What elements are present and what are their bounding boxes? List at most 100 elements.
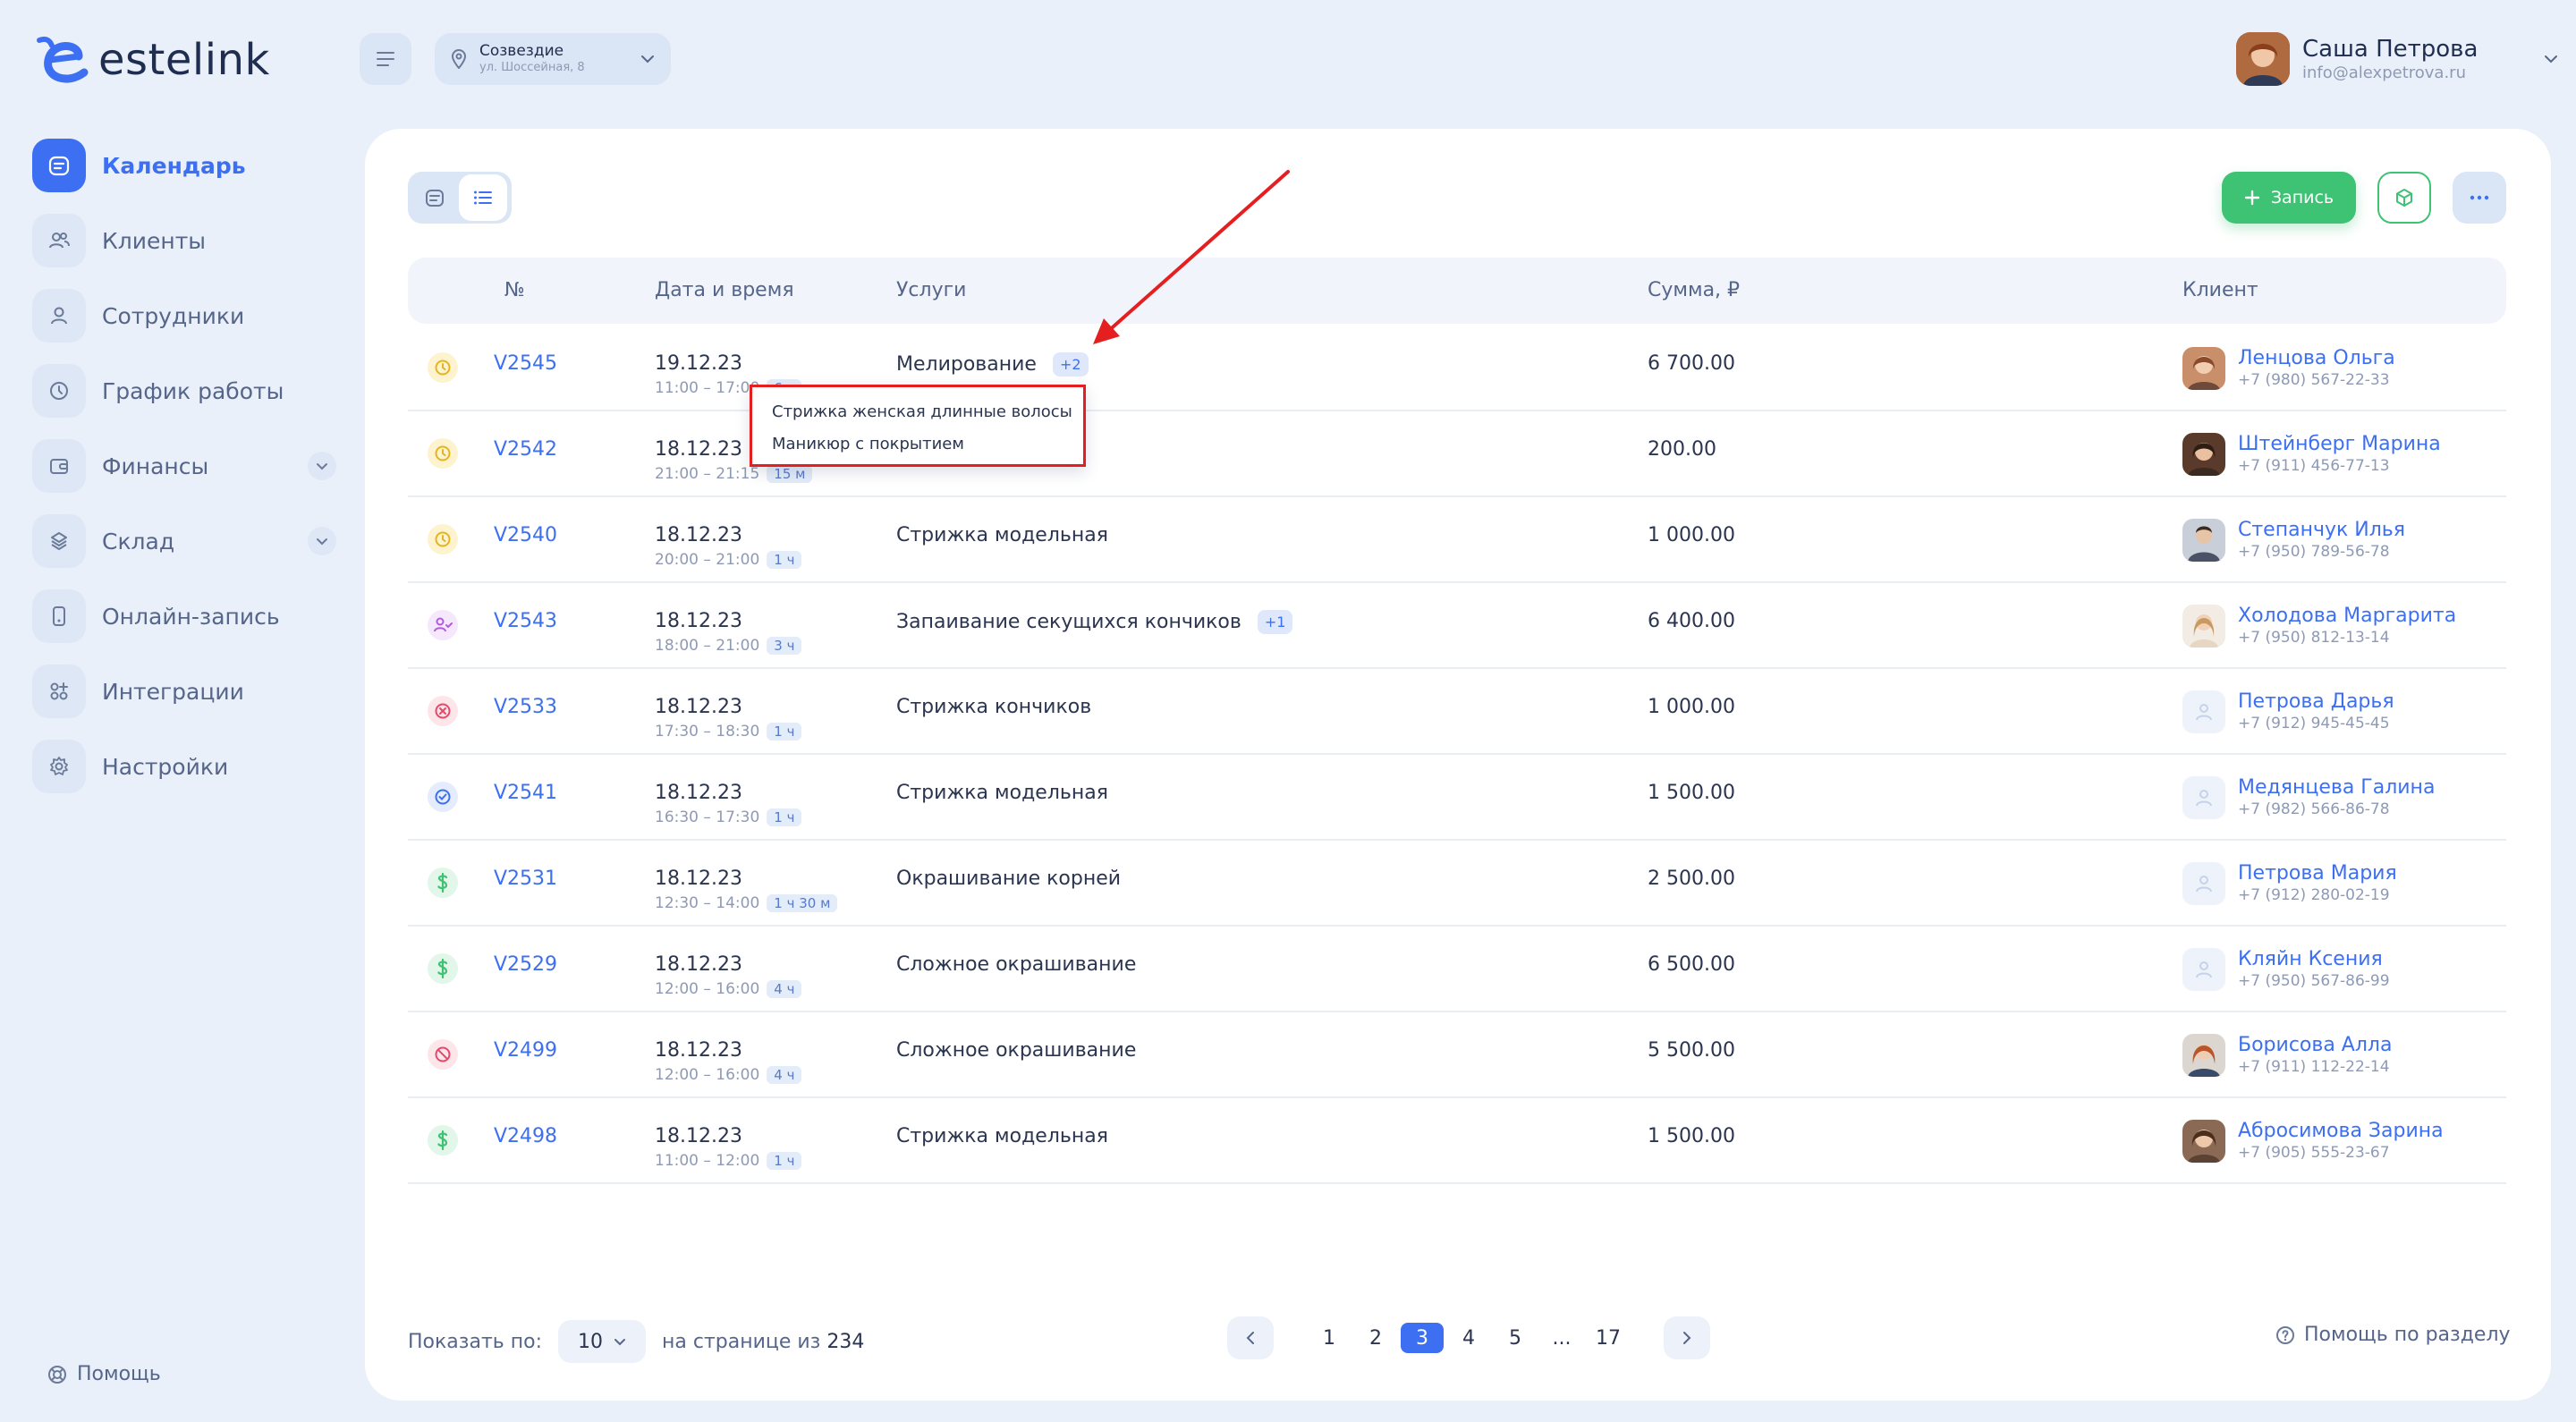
- table-row[interactable]: V2499 18.12.23 12:00 – 16:00 4 ч Сложное …: [408, 1012, 2506, 1098]
- record-date: 19.12.23: [655, 352, 742, 375]
- question-icon: [2276, 1325, 2294, 1344]
- more-services-chip[interactable]: +1: [1257, 610, 1293, 634]
- user-avatar: [2236, 32, 2290, 86]
- page-button[interactable]: 1: [1308, 1323, 1351, 1353]
- page-button[interactable]: 4: [1447, 1323, 1490, 1353]
- pending-status-icon: [428, 352, 458, 383]
- user-menu[interactable]: Саша Петрова info@alexpetrova.ru: [2236, 30, 2558, 88]
- client-name[interactable]: Кляйн Ксения: [2238, 948, 2390, 971]
- sidebar-item-label: Настройки: [102, 753, 229, 780]
- record-number[interactable]: V2543: [494, 610, 557, 632]
- box-icon: [2396, 189, 2412, 207]
- table-row[interactable]: V2498 18.12.23 11:00 – 12:00 1 ч Стрижка …: [408, 1098, 2506, 1184]
- client-cell[interactable]: Медянцева Галина +7 (982) 566-86-78: [2182, 776, 2435, 819]
- table-row[interactable]: V2540 18.12.23 20:00 – 21:00 1 ч Стрижка …: [408, 497, 2506, 583]
- pagination: 1 2 3 4 5 ... 17: [1227, 1316, 1710, 1359]
- logo[interactable]: estelink: [32, 30, 270, 89]
- expand-chevron-icon[interactable]: [308, 527, 336, 555]
- section-help-link[interactable]: Помощь по разделу: [2275, 1324, 2511, 1346]
- table-row[interactable]: V2529 18.12.23 12:00 – 16:00 4 ч Сложное …: [408, 927, 2506, 1012]
- calendar-view-button[interactable]: [411, 174, 459, 221]
- sidebar-item-schedule[interactable]: График работы: [32, 364, 336, 418]
- client-cell[interactable]: Петрова Дарья +7 (912) 945-45-45: [2182, 690, 2394, 733]
- client-cell[interactable]: Ленцова Ольга +7 (980) 567-22-33: [2182, 347, 2395, 390]
- no-show-status-icon: [428, 1039, 458, 1070]
- record-date: 18.12.23: [655, 438, 742, 461]
- client-cell[interactable]: Кляйн Ксения +7 (950) 567-86-99: [2182, 948, 2390, 991]
- menu-toggle-button[interactable]: [360, 33, 411, 85]
- sidebar-item-clients[interactable]: Клиенты: [32, 214, 336, 267]
- cancelled-status-icon: [428, 696, 458, 726]
- table-row[interactable]: V2542 18.12.23 21:00 – 21:15 15 м 200.00 …: [408, 411, 2506, 497]
- table-row[interactable]: V2541 18.12.23 16:30 – 17:30 1 ч Стрижка …: [408, 755, 2506, 841]
- client-avatar: [2182, 1034, 2225, 1077]
- location-selector[interactable]: Созвездие ул. Шоссейная, 8: [435, 33, 671, 85]
- column-header-services[interactable]: Услуги: [896, 279, 966, 301]
- record-number[interactable]: V2529: [494, 953, 557, 976]
- column-header-date[interactable]: Дата и время: [655, 279, 794, 301]
- page-button[interactable]: 17: [1587, 1323, 1630, 1353]
- client-cell[interactable]: Холодова Маргарита +7 (950) 812-13-14: [2182, 605, 2456, 648]
- client-cell[interactable]: Петрова Мария +7 (912) 280-02-19: [2182, 862, 2397, 905]
- extra-services-popup: Стрижка женская длинные волосы Маникюр с…: [750, 385, 1086, 467]
- expand-chevron-icon[interactable]: [308, 452, 336, 480]
- table-row[interactable]: V2533 18.12.23 17:30 – 18:30 1 ч Стрижка …: [408, 669, 2506, 755]
- prev-page-button[interactable]: [1227, 1316, 1274, 1359]
- record-date: 18.12.23: [655, 782, 742, 804]
- placeholder-avatar-icon: [2182, 862, 2225, 905]
- help-link[interactable]: Помощь: [47, 1363, 161, 1385]
- add-appointment-button[interactable]: Запись: [2222, 172, 2356, 224]
- page-size-select[interactable]: 10: [557, 1320, 646, 1363]
- column-header-client[interactable]: Клиент: [2182, 279, 2258, 301]
- client-cell[interactable]: Степанчук Илья +7 (950) 789-56-78: [2182, 519, 2405, 562]
- sidebar-item-calendar[interactable]: Календарь: [32, 139, 336, 192]
- record-number[interactable]: V2540: [494, 524, 557, 546]
- table-row[interactable]: V2543 18.12.23 18:00 – 21:00 3 ч Запаиван…: [408, 583, 2506, 669]
- client-cell[interactable]: Абросимова Зарина +7 (905) 555-23-67: [2182, 1120, 2444, 1163]
- record-number[interactable]: V2542: [494, 438, 557, 461]
- client-phone: +7 (950) 789-56-78: [2238, 543, 2390, 561]
- record-number[interactable]: V2498: [494, 1125, 557, 1147]
- client-name[interactable]: Медянцева Галина: [2238, 776, 2435, 800]
- record-number[interactable]: V2499: [494, 1039, 557, 1062]
- client-name[interactable]: Холодова Маргарита: [2238, 605, 2456, 628]
- client-cell[interactable]: Штейнберг Марина +7 (911) 456-77-13: [2182, 433, 2441, 476]
- client-name[interactable]: Ленцова Ольга: [2238, 347, 2395, 370]
- record-sum: 200.00: [1648, 438, 1716, 461]
- client-name[interactable]: Борисова Алла: [2238, 1034, 2392, 1057]
- sidebar-item-settings[interactable]: Настройки: [32, 740, 336, 793]
- sidebar-item-warehouse[interactable]: Склад: [32, 514, 336, 568]
- list-view-button[interactable]: [459, 174, 507, 221]
- sidebar-item-integrations[interactable]: Интеграции: [32, 664, 336, 718]
- record-time: 11:00 – 12:00 1 ч: [655, 1152, 802, 1170]
- sidebar-item-online-booking[interactable]: Онлайн-запись: [32, 589, 336, 643]
- chevron-down-icon: [2545, 55, 2557, 63]
- client-name[interactable]: Степанчук Илья: [2238, 519, 2405, 542]
- client-phone: +7 (950) 812-13-14: [2238, 629, 2390, 647]
- page-button-active[interactable]: 3: [1401, 1323, 1444, 1353]
- sidebar-item-finance[interactable]: Финансы: [32, 439, 336, 493]
- client-phone: +7 (912) 280-02-19: [2238, 886, 2390, 904]
- record-number[interactable]: V2533: [494, 696, 557, 718]
- record-number[interactable]: V2541: [494, 782, 557, 804]
- more-options-button[interactable]: [2453, 172, 2506, 224]
- pending-status-icon: [428, 524, 458, 554]
- client-name[interactable]: Штейнберг Марина: [2238, 433, 2441, 456]
- column-header-number[interactable]: №: [504, 279, 525, 301]
- record-number[interactable]: V2531: [494, 868, 557, 890]
- record-number[interactable]: V2545: [494, 352, 557, 375]
- client-phone: +7 (911) 456-77-13: [2238, 457, 2390, 475]
- client-name[interactable]: Абросимова Зарина: [2238, 1120, 2444, 1143]
- page-button[interactable]: 5: [1494, 1323, 1537, 1353]
- table-row[interactable]: V2545 19.12.23 11:00 – 17:006 ч Мелирова…: [408, 326, 2506, 411]
- products-button[interactable]: [2377, 172, 2431, 224]
- add-appointment-label: Запись: [2270, 188, 2334, 207]
- page-button[interactable]: 2: [1354, 1323, 1397, 1353]
- client-name[interactable]: Петрова Дарья: [2238, 690, 2394, 714]
- client-name[interactable]: Петрова Мария: [2238, 862, 2397, 885]
- client-cell[interactable]: Борисова Алла +7 (911) 112-22-14: [2182, 1034, 2392, 1077]
- column-header-sum[interactable]: Сумма, ₽: [1648, 279, 1740, 301]
- table-row[interactable]: V2531 18.12.23 12:30 – 14:00 1 ч 30 м Окр…: [408, 841, 2506, 927]
- next-page-button[interactable]: [1664, 1316, 1710, 1359]
- sidebar-item-employees[interactable]: Сотрудники: [32, 289, 336, 343]
